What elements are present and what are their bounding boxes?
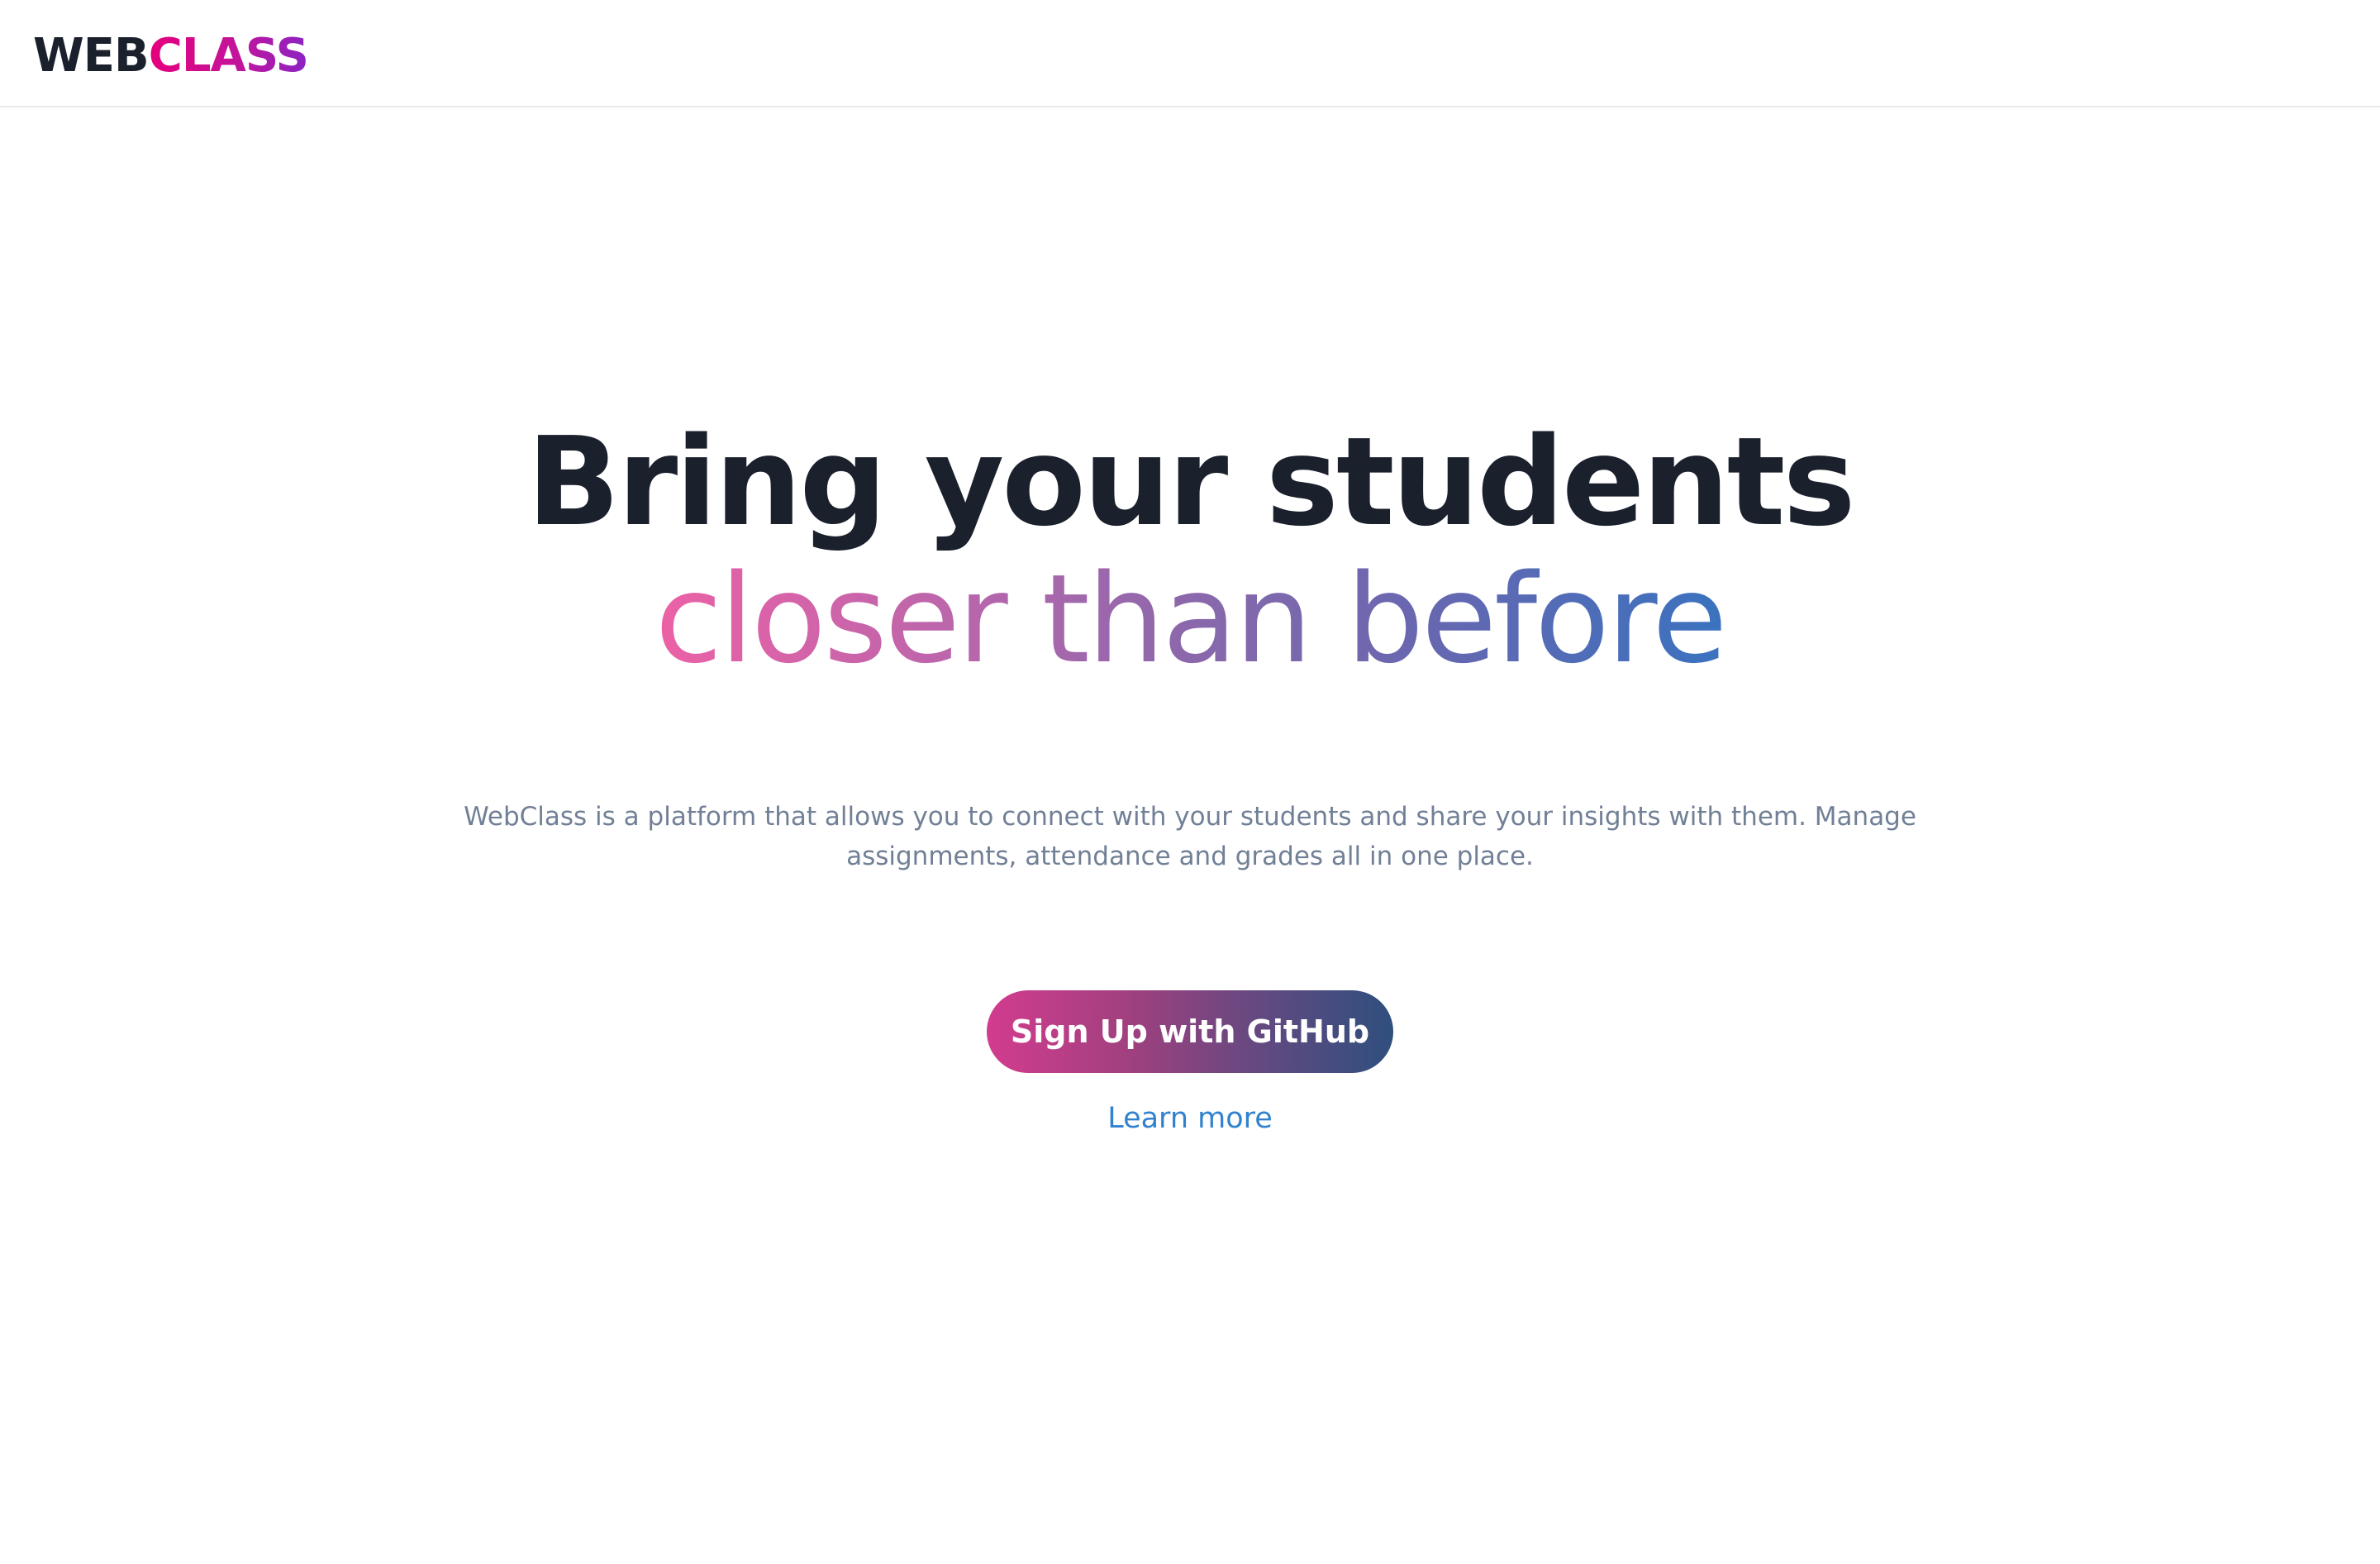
top-navbar: WEBCLASS — [0, 0, 2380, 107]
learn-more-container: Learn more — [0, 1098, 2380, 1139]
learn-more-link[interactable]: Learn more — [1107, 1102, 1273, 1135]
signup-with-github-button[interactable]: Sign Up with GitHub — [987, 990, 1393, 1073]
webclass-logo[interactable]: WEBCLASS — [33, 27, 309, 85]
hero-title-line-2: closer than before — [654, 548, 1728, 690]
hero-title-line-1: Bring your students — [526, 411, 1855, 553]
logo-text-class: CLASS — [148, 29, 309, 83]
hero-description: WebClass is a platform that allows you t… — [464, 802, 1916, 871]
hero-title: Bring your students closer than before — [0, 413, 2380, 688]
logo-text-web: WEB — [33, 29, 150, 83]
